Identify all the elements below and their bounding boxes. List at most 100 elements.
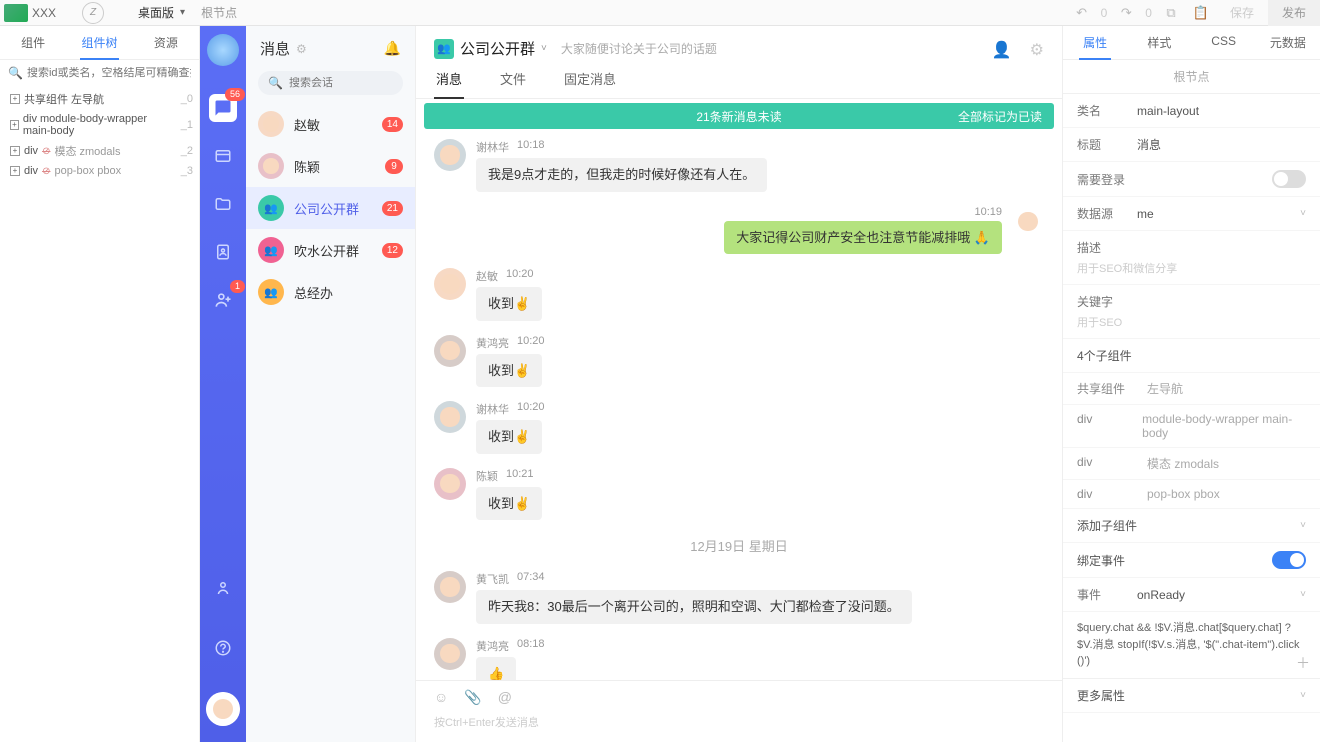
row-title: 标题消息 (1063, 128, 1320, 162)
tree-node[interactable]: +共享组件 左导航_0 (6, 88, 193, 110)
chat-search: 🔍 (258, 71, 403, 95)
rtab-meta[interactable]: 元数据 (1256, 26, 1320, 59)
save-button[interactable]: 保存 (1216, 0, 1268, 26)
rtab-css[interactable]: CSS (1192, 26, 1256, 59)
search-icon: 🔍 (268, 76, 283, 90)
user-icon (214, 579, 232, 597)
component-tree: +共享组件 左导航_0+div module-body-wrapper main… (0, 86, 199, 742)
me-avatar[interactable] (206, 692, 240, 726)
chevron-down-icon[interactable]: ˅ (541, 43, 547, 54)
tree-search-row: 🔍 (0, 60, 199, 86)
unread-banner: 21条新消息未读 全部标记为已读 (424, 103, 1054, 129)
row-datasource: 数据源me˅ (1063, 197, 1320, 231)
tab-resources[interactable]: 资源 (133, 26, 199, 59)
rtab-props[interactable]: 属性 (1063, 26, 1127, 59)
row-bind-event: 绑定事件 (1063, 543, 1320, 578)
add-user-icon (213, 290, 233, 310)
attach-icon[interactable]: 📎 (464, 689, 481, 706)
message-row: 10:19大家记得公司财产安全也注意节能减排哦 🙏 (434, 206, 1044, 255)
chat-list-title: 消息 (260, 38, 290, 59)
add-code-icon[interactable]: ＋ (1296, 653, 1310, 674)
sidebar-profile[interactable] (209, 574, 237, 602)
row-more: 更多属性˅ (1063, 679, 1320, 713)
chevron-down-icon[interactable]: ˅ (1300, 589, 1306, 600)
redo-button[interactable]: ↷ (1111, 0, 1141, 26)
chat-footer: ☺ 📎 @ 按Ctrl+Enter发送消息 (416, 680, 1062, 742)
bell-icon[interactable]: 🔔 (384, 40, 401, 57)
chat-item[interactable]: 赵敏14 (246, 103, 415, 145)
chat-search-input[interactable] (289, 77, 431, 89)
chevron-down-icon[interactable]: ˅ (1300, 690, 1306, 701)
send-hint: 按Ctrl+Enter发送消息 (434, 714, 1044, 730)
root-node-label: 根节点 (201, 4, 237, 21)
publish-button[interactable]: 发布 (1268, 0, 1320, 26)
tab-messages[interactable]: 消息 (434, 69, 464, 98)
chat-title: 公司公开群 (460, 38, 535, 59)
copy-icon[interactable]: ⧉ (1156, 0, 1186, 26)
chat-item[interactable]: 👥吹水公开群12 (246, 229, 415, 271)
tab-tree[interactable]: 组件树 (66, 26, 132, 59)
message-row: 黄鸿亮08:18👍 (434, 638, 1044, 681)
tab-components[interactable]: 组件 (0, 26, 66, 59)
chat-item[interactable]: 👥公司公开群21 (246, 187, 415, 229)
tree-node[interactable]: +div ⊘ 模态 zmodals_2 (6, 140, 193, 162)
row-add-child: 添加子组件˅ (1063, 509, 1320, 543)
sidebar-add-contact[interactable]: 1 (209, 286, 237, 314)
chat-settings-gear-icon[interactable]: ⚙ (1030, 40, 1044, 60)
chat-list-column: 消息 ⚙ 🔔 🔍 赵敏14陈颖9👥公司公开群21👥吹水公开群12👥总经办 (246, 26, 416, 742)
chat-sidebar: 56 1 (200, 26, 246, 742)
message-row: 黄飞凯07:34昨天我8：30最后一个离开公司的，照明和空调、大门都检查了没问题… (434, 571, 1044, 624)
top-toolbar: XXX Z 桌面版 根节点 ↶ 0 ↷ 0 ⧉ 📋 保存 发布 (0, 0, 1320, 26)
sidebar-chats[interactable]: 56 (209, 94, 237, 122)
emoji-icon[interactable]: ☺ (434, 689, 448, 706)
left-dev-panel: 组件 组件树 资源 🔍 +共享组件 左导航_0+div module-body-… (0, 26, 200, 742)
search-icon: 🔍 (8, 66, 23, 80)
sidebar-inbox[interactable] (209, 142, 237, 170)
row-keyword: 关键字用于SEO (1063, 285, 1320, 339)
message-row: 黄鸿亮10:20收到✌️ (434, 335, 1044, 388)
row-event: 事件onReady˅ (1063, 578, 1320, 612)
rp-breadcrumb: 根节点 (1063, 60, 1320, 94)
child-row[interactable]: divpop-box pbox (1063, 480, 1320, 509)
inbox-icon (214, 147, 232, 165)
message-row: 陈颖10:21收到✌️ (434, 468, 1044, 521)
sidebar-help[interactable] (209, 634, 237, 662)
tree-node[interactable]: +div module-body-wrapper main-body_1 (6, 110, 193, 140)
tab-files[interactable]: 文件 (498, 69, 528, 98)
chat-item[interactable]: 陈颖9 (246, 145, 415, 187)
paste-icon[interactable]: 📋 (1186, 0, 1216, 26)
mark-read-button[interactable]: 全部标记为已读 (958, 108, 1042, 125)
chat-item[interactable]: 👥总经办 (246, 271, 415, 313)
tree-node[interactable]: +div ⊘ pop-box pbox_3 (6, 162, 193, 180)
tree-search-input[interactable] (27, 67, 191, 79)
view-select[interactable]: 桌面版 (130, 0, 193, 25)
bind-event-toggle[interactable] (1272, 551, 1306, 569)
folder-icon (214, 195, 232, 213)
tab-pinned[interactable]: 固定消息 (562, 69, 618, 98)
chat-body[interactable]: 谢林华10:18我是9点才走的，但我走的时候好像还有人在。 10:19大家记得公… (416, 129, 1062, 680)
undo-count: 0 (1097, 6, 1112, 20)
message-row: 赵敏10:20收到✌️ (434, 268, 1044, 321)
help-icon (214, 639, 232, 657)
members-icon[interactable]: 👤 (992, 40, 1012, 60)
chats-badge: 56 (225, 88, 245, 101)
sidebar-contacts[interactable] (209, 238, 237, 266)
project-title: XXX (32, 6, 56, 20)
child-shared: 共享组件左导航 (1063, 373, 1320, 405)
child-row[interactable]: divmodule-body-wrapper main-body (1063, 405, 1320, 448)
mention-icon[interactable]: @ (498, 689, 512, 706)
chevron-down-icon[interactable]: ˅ (1300, 208, 1306, 219)
sidebar-files[interactable] (209, 190, 237, 218)
chat-desc: 大家随便讨论关于公司的话题 (561, 40, 717, 57)
right-props-panel: 属性 样式 CSS 元数据 根节点 类名main-layout 标题消息 需要登… (1062, 26, 1320, 742)
chevron-down-icon[interactable]: ˅ (1300, 520, 1306, 531)
rtab-style[interactable]: 样式 (1127, 26, 1191, 59)
group-icon: 👥 (434, 39, 454, 59)
event-code[interactable]: $query.chat && !$V.消息.chat[$query.chat] … (1063, 612, 1320, 679)
row-login: 需要登录 (1063, 162, 1320, 197)
child-row[interactable]: div模态 zmodals (1063, 448, 1320, 480)
chat-settings-icon[interactable]: ⚙ (296, 42, 307, 56)
chat-main: 👥 公司公开群 ˅ 大家随便讨论关于公司的话题 👤 ⚙ 消息 文件 固定消息 2… (416, 26, 1062, 742)
login-toggle[interactable] (1272, 170, 1306, 188)
undo-button[interactable]: ↶ (1067, 0, 1097, 26)
